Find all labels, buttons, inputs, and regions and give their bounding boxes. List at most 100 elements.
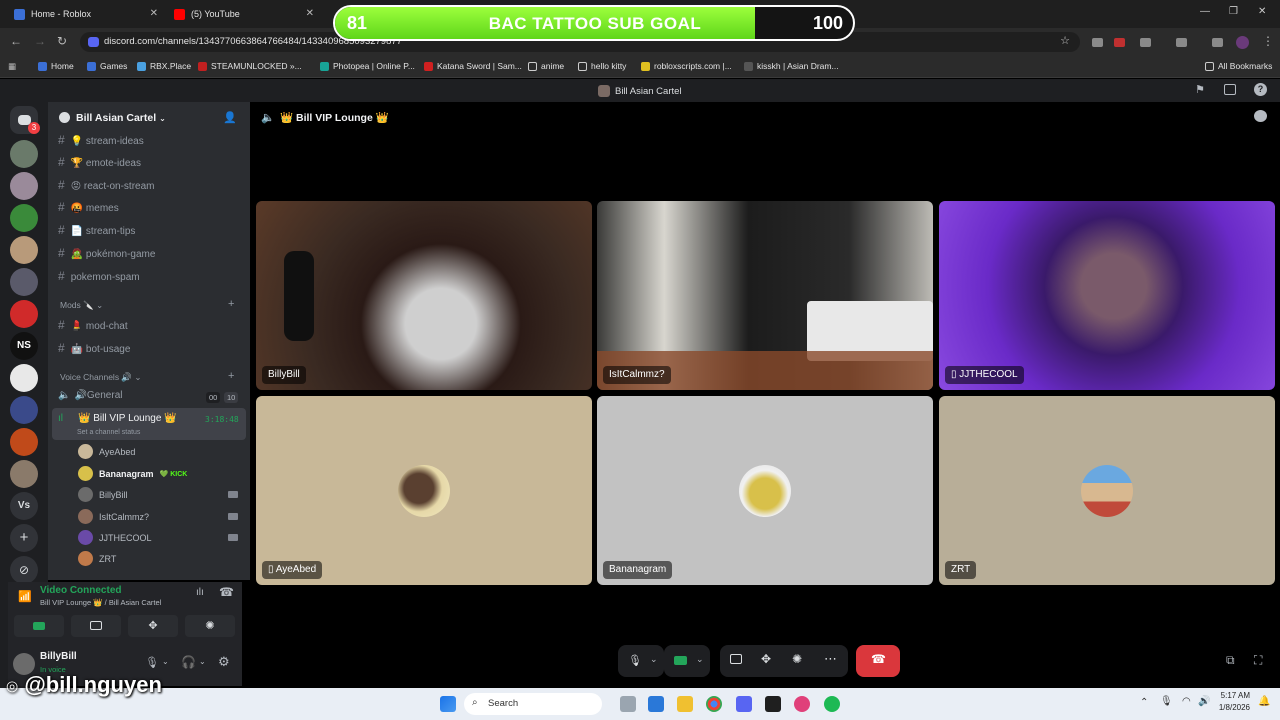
- close-icon[interactable]: ✕: [150, 8, 158, 19]
- chrome-icon[interactable]: [706, 696, 722, 712]
- minimize-icon[interactable]: —: [1200, 6, 1210, 17]
- spotify-icon[interactable]: [824, 696, 840, 712]
- app-icon[interactable]: [648, 696, 664, 712]
- headphones-icon[interactable]: 🎧: [181, 655, 196, 669]
- server-icon[interactable]: [10, 140, 38, 168]
- server-icon[interactable]: [10, 204, 38, 232]
- voice-channel-general[interactable]: 🔈 🔊General: [58, 390, 122, 401]
- voice-member[interactable]: Bananagram 💚 KICK: [78, 466, 187, 481]
- popout-icon[interactable]: ⧉: [1226, 653, 1235, 668]
- tab-youtube[interactable]: (5) YouTube ✕: [166, 3, 320, 25]
- vs-server-icon[interactable]: Vs: [10, 492, 38, 520]
- channel-memes[interactable]: # 🤬 memes: [58, 200, 119, 214]
- file-explorer-icon[interactable]: [677, 696, 693, 712]
- cast-icon[interactable]: [1176, 38, 1187, 47]
- server-header[interactable]: Bill Asian Cartel ⌄ 👤: [48, 102, 250, 134]
- voice-member[interactable]: IsItCalmmz?: [78, 509, 149, 524]
- chat-icon[interactable]: [1254, 110, 1267, 122]
- add-server-icon[interactable]: +: [10, 524, 38, 552]
- connection-status[interactable]: Video Connected: [40, 585, 122, 596]
- category-mods[interactable]: Mods 🔪 ⌄: [60, 300, 103, 311]
- avatar-tile-bananagram[interactable]: Bananagram: [597, 396, 933, 585]
- forward-icon[interactable]: →: [34, 34, 46, 48]
- channel-pokemon-spam[interactable]: # pokemon-spam: [58, 269, 140, 283]
- voice-channel-bill-vip-lounge[interactable]: ıl 👑 Bill VIP Lounge 👑 3:18:48 Set a cha…: [52, 408, 246, 440]
- flag-icon[interactable]: ⚑: [1195, 83, 1205, 96]
- channel-stream-tips[interactable]: # 📄 stream-tips: [58, 223, 135, 237]
- camera-toggle-button[interactable]: ⌄: [664, 645, 710, 677]
- screen-share-icon[interactable]: [730, 654, 742, 664]
- activities-icon[interactable]: ✥: [761, 652, 771, 666]
- more-options-icon[interactable]: ⋯: [824, 651, 837, 667]
- discord-taskbar-icon[interactable]: [736, 696, 752, 712]
- activities-button[interactable]: ✥: [128, 615, 178, 637]
- invite-people-icon[interactable]: 👤: [223, 111, 237, 124]
- add-channel-icon[interactable]: +: [228, 298, 234, 310]
- channel-pokemon-game[interactable]: # 🧟 pokémon-game: [58, 246, 155, 260]
- voice-member[interactable]: ZRT: [78, 551, 116, 566]
- video-tile-billybill[interactable]: BillyBill: [256, 201, 592, 390]
- extension-icon[interactable]: [1114, 38, 1125, 47]
- close-window-icon[interactable]: ✕: [1258, 6, 1266, 17]
- tray-overflow-icon[interactable]: ⌃: [1140, 697, 1148, 708]
- start-menu-icon[interactable]: [440, 696, 456, 712]
- server-icon[interactable]: [10, 268, 38, 296]
- ns-server-icon[interactable]: NS: [10, 332, 38, 360]
- among-us-server-icon[interactable]: [10, 300, 38, 328]
- server-icon[interactable]: [10, 460, 38, 488]
- server-icon[interactable]: [10, 428, 38, 456]
- reload-icon[interactable]: ↻: [57, 34, 67, 48]
- noise-suppression-icon[interactable]: ılı: [196, 587, 204, 598]
- server-icon[interactable]: [10, 236, 38, 264]
- bookmark-photopea[interactable]: Photopea | Online P...: [320, 61, 415, 71]
- microphone-icon[interactable]: 🎙: [145, 656, 159, 669]
- voice-member[interactable]: BillyBill: [78, 487, 128, 502]
- disconnect-button[interactable]: ☎: [856, 645, 900, 677]
- category-voice-channels[interactable]: Voice Channels 🔊 ⌄: [60, 372, 142, 383]
- menu-icon[interactable]: [1212, 38, 1223, 47]
- soundboard-button[interactable]: ✺: [185, 615, 235, 637]
- avatar-tile-ayeabed[interactable]: ▯ AyeAbed: [256, 396, 592, 585]
- bookmark-hello-kitty[interactable]: hello kitty: [578, 61, 626, 71]
- microphone-tray-icon[interactable]: 🎙: [1160, 696, 1173, 707]
- notifications-icon[interactable]: 🔔: [1258, 696, 1270, 707]
- server-icon[interactable]: [10, 364, 38, 392]
- clock-date[interactable]: 1/8/2026: [1214, 703, 1250, 712]
- taskbar-search-box[interactable]: ⌕ Search: [464, 693, 602, 715]
- profile-avatar[interactable]: [1236, 36, 1249, 49]
- bookmark-anime[interactable]: anime: [528, 61, 564, 71]
- back-icon[interactable]: ←: [10, 34, 22, 48]
- channel-stream-ideas[interactable]: # 💡 stream-ideas: [58, 133, 144, 147]
- app-icon[interactable]: [794, 696, 810, 712]
- channel-emote-ideas[interactable]: # 🏆 emote-ideas: [58, 155, 141, 169]
- camera-button[interactable]: [14, 615, 64, 637]
- screen-share-button[interactable]: [71, 615, 121, 637]
- help-icon[interactable]: ?: [1254, 83, 1267, 96]
- settings-gear-icon[interactable]: ⚙: [218, 654, 230, 670]
- bookmark-steamunlocked[interactable]: STEAMUNLOCKED »...: [198, 61, 302, 71]
- channel-react-on-stream[interactable]: # 😡 react-on-stream: [58, 178, 154, 192]
- channel-bot-usage[interactable]: # 🤖 bot-usage: [58, 341, 130, 355]
- bookmark-robloxscripts[interactable]: robloxscripts.com |...: [641, 61, 732, 71]
- bookmark-games[interactable]: Games: [87, 61, 127, 71]
- kebab-menu-icon[interactable]: ⋮: [1262, 34, 1274, 48]
- discord-home-icon[interactable]: 3: [10, 106, 40, 134]
- app-icon[interactable]: [765, 696, 781, 712]
- channel-mod-chat[interactable]: # 💄 mod-chat: [58, 318, 128, 332]
- disconnect-icon[interactable]: ☎: [219, 585, 234, 599]
- bookmark-kisskh[interactable]: kisskh | Asian Dram...: [744, 61, 839, 71]
- mute-button[interactable]: 🎙 ⌄: [618, 645, 664, 677]
- bookmark-home[interactable]: Home: [38, 61, 74, 71]
- inbox-icon[interactable]: [1224, 84, 1236, 95]
- all-bookmarks[interactable]: All Bookmarks: [1205, 61, 1272, 71]
- explore-icon[interactable]: ⊘: [10, 556, 38, 584]
- extension-icon[interactable]: [1092, 38, 1103, 47]
- bookmark-katana[interactable]: Katana Sword | Sam...: [424, 61, 522, 71]
- server-icon[interactable]: [10, 172, 38, 200]
- soundboard-icon[interactable]: ✺: [792, 652, 802, 666]
- bookmark-rbxplace[interactable]: RBX.Place: [137, 61, 191, 71]
- close-icon[interactable]: ✕: [306, 8, 314, 19]
- maximize-icon[interactable]: ❐: [1229, 6, 1238, 17]
- fullscreen-icon[interactable]: ⛶: [1254, 653, 1262, 668]
- tab-roblox[interactable]: Home - Roblox ✕: [6, 3, 164, 25]
